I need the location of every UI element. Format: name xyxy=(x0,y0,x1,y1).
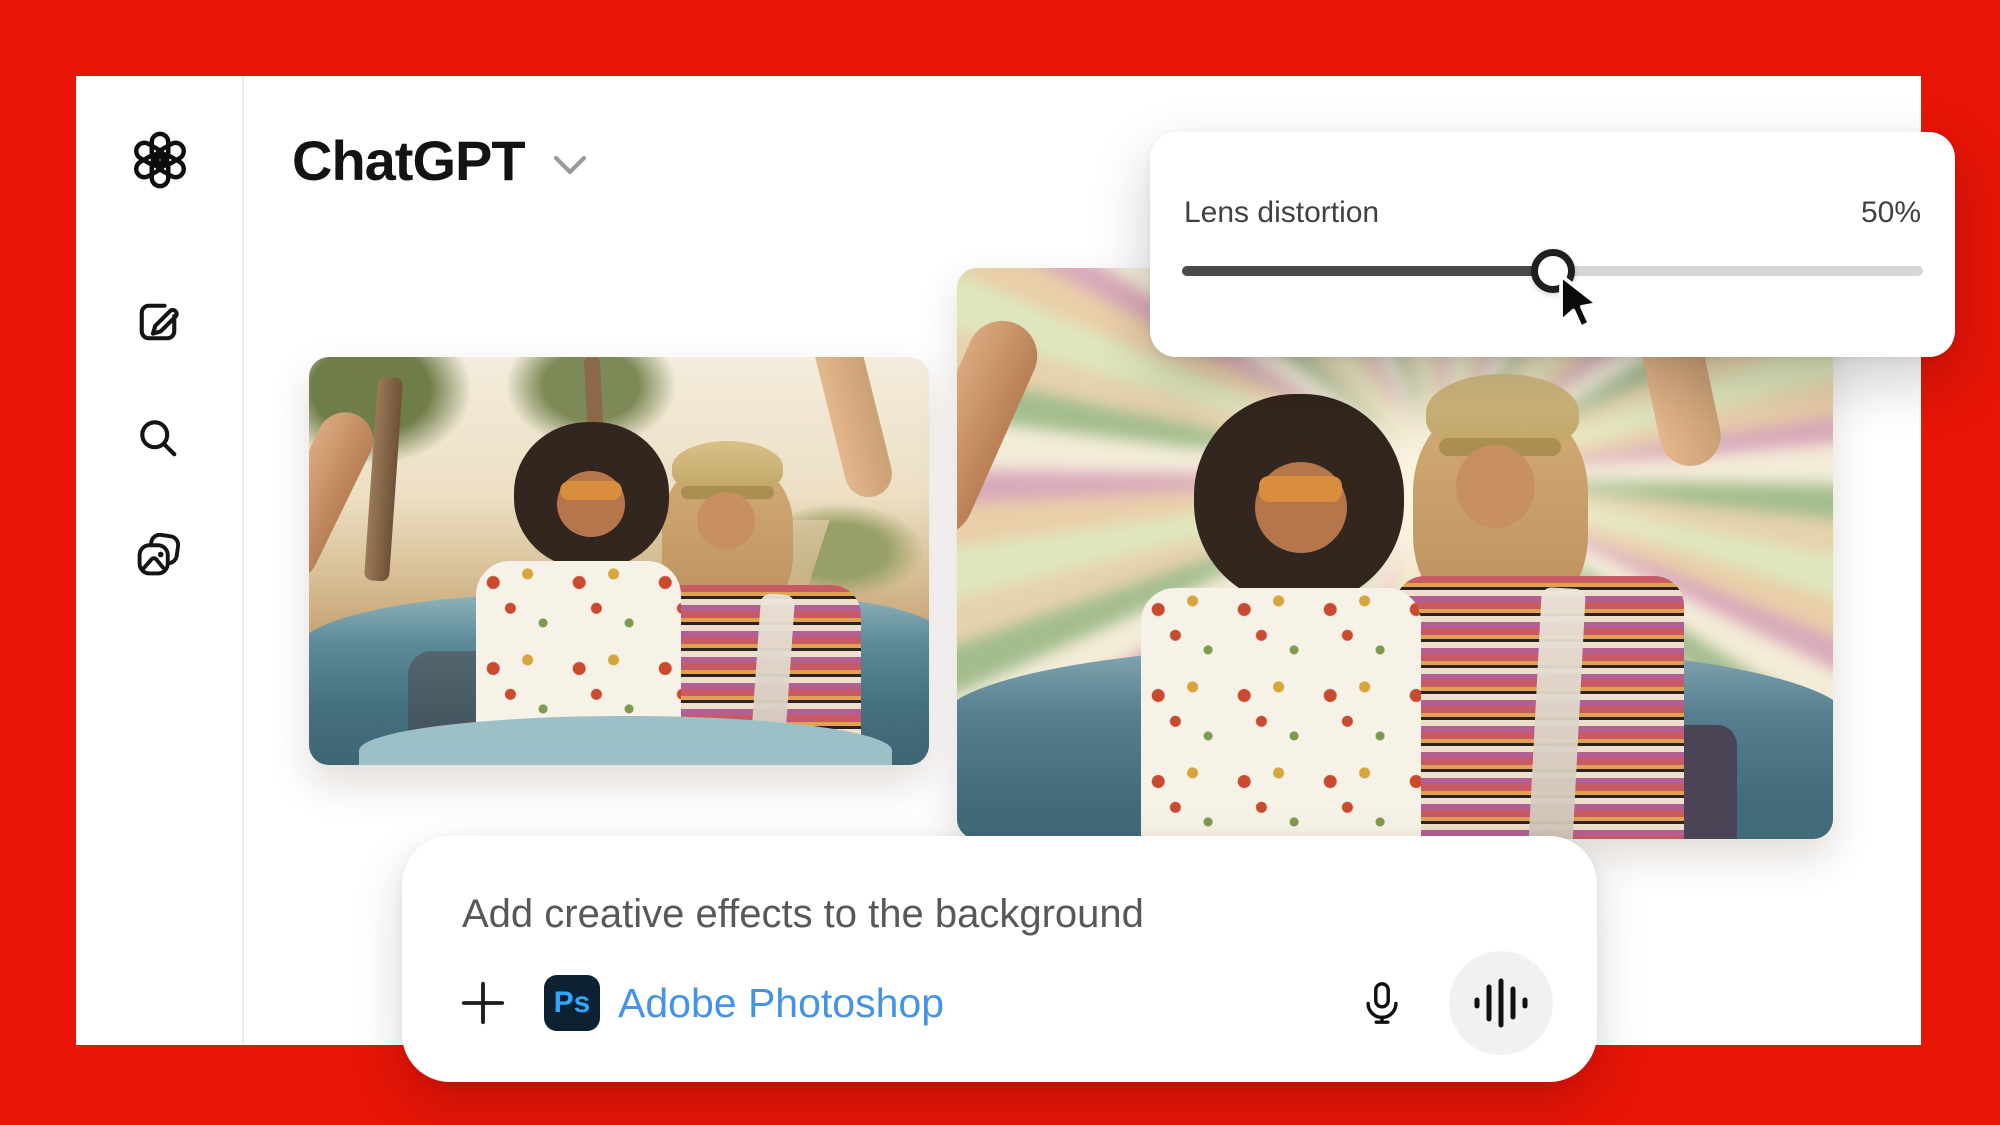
page: { "header": { "title": "ChatGPT", "caret… xyxy=(0,0,2000,1125)
orange-sunglasses xyxy=(560,481,623,500)
composer-bar[interactable]: Add creative effects to the background P… xyxy=(402,836,1597,1082)
orange-sunglasses xyxy=(1259,476,1343,503)
mouse-pointer-icon xyxy=(1556,273,1604,334)
voice-mode-button[interactable] xyxy=(1449,951,1553,1055)
openai-logo-icon xyxy=(129,129,191,191)
woman-face xyxy=(1456,445,1536,528)
image-library-icon[interactable] xyxy=(132,529,184,581)
new-chat-icon[interactable] xyxy=(132,296,184,348)
prompt-text[interactable]: Add creative effects to the background xyxy=(462,892,1144,937)
model-switcher[interactable]: ChatGPT xyxy=(292,120,587,200)
lens-distortion-panel: Lens distortion 50% xyxy=(1150,132,1955,357)
photoshop-app-link[interactable]: Adobe Photoshop xyxy=(618,980,944,1027)
search-icon[interactable] xyxy=(132,412,184,464)
lens-distortion-slider[interactable] xyxy=(1182,249,1923,293)
lens-distortion-value: 50% xyxy=(1860,196,1921,229)
sidebar-divider xyxy=(242,76,244,1045)
chevron-down-icon[interactable] xyxy=(553,154,587,176)
photo-original xyxy=(309,357,929,765)
slider-fill xyxy=(1182,266,1553,276)
lens-distortion-label: Lens distortion xyxy=(1184,196,1380,229)
plus-icon[interactable] xyxy=(460,980,506,1026)
woman-face xyxy=(696,491,756,549)
microphone-icon[interactable] xyxy=(1359,980,1405,1026)
photoshop-badge-label: Ps xyxy=(553,986,591,1019)
page-title: ChatGPT xyxy=(292,128,526,192)
photoshop-badge[interactable]: Ps xyxy=(544,975,600,1031)
voice-waveform-icon xyxy=(1474,978,1528,1028)
floral-blouse xyxy=(1140,587,1422,839)
